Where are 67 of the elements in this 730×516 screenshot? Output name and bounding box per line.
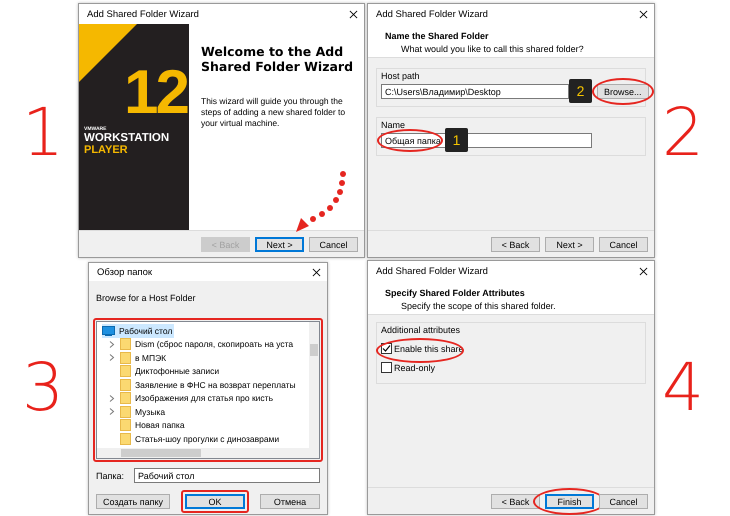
page-heading: Specify Shared Folder Attributes (385, 288, 526, 298)
folder-icon (120, 338, 131, 350)
tree-item[interactable]: Музыка (102, 405, 168, 418)
step-number: 2 (662, 100, 704, 166)
logo-edition: PLAYER (84, 144, 128, 156)
input-field[interactable]: C:\Users\Владимир\Desktop (381, 84, 569, 99)
close-icon[interactable] (639, 266, 648, 276)
dialog-button[interactable]: < Back (491, 494, 540, 509)
tree-item[interactable]: Статья-шоу прогулки с динозаврами (102, 432, 282, 446)
checkbox-label[interactable]: Read-only (394, 362, 436, 372)
window-title: Add Shared Folder Wizard (376, 8, 488, 20)
dialog-button[interactable]: Next > (545, 237, 594, 252)
scrollbar[interactable] (97, 448, 309, 458)
folder-icon (120, 419, 131, 432)
close-icon[interactable] (312, 268, 321, 276)
window-title: Add Shared Folder Wizard (87, 8, 199, 20)
step-number: 4 (662, 355, 704, 421)
dialog-button[interactable]: Cancel (599, 494, 648, 509)
tree-item[interactable]: Dism (сброс пароля, скопироать на уста (102, 338, 296, 351)
step-callout-tooltip: 1 (445, 128, 468, 152)
folder-icon (120, 365, 131, 378)
page-subheading: What would you like to call this shared folder? (400, 44, 585, 54)
dotted-arrow (296, 171, 346, 232)
monitor-icon (102, 326, 115, 336)
checkbox[interactable] (381, 343, 392, 354)
folder-icon (120, 352, 131, 364)
field-label: Host path (381, 71, 421, 81)
window-title: Обзор папок (97, 266, 152, 278)
field-label: Папка: (96, 470, 124, 480)
field-label: Name (381, 120, 406, 130)
tree-item[interactable]: Заявление в ФНС на возврат переплаты (102, 378, 298, 392)
dialog-button[interactable]: OK (185, 494, 245, 509)
close-icon[interactable] (639, 10, 648, 18)
group-label: Additional attributes (381, 325, 462, 335)
tree-item[interactable]: Рабочий стол (102, 324, 174, 338)
logo-version: 12 (124, 62, 188, 124)
input-field[interactable]: Рабочий стол (134, 468, 320, 483)
scrollbar[interactable] (309, 322, 319, 458)
browse-button[interactable]: Browse... (597, 84, 649, 99)
dialog-button[interactable]: Next > (255, 237, 304, 252)
tree-item[interactable]: Новая папка (102, 418, 187, 432)
close-icon[interactable] (349, 10, 358, 18)
tree-item[interactable]: Диктофонные записи (102, 364, 222, 378)
window-title: Add Shared Folder Wizard (376, 266, 488, 276)
dialog-prompt: Browse for a Host Folder (96, 293, 197, 303)
checkbox[interactable] (381, 362, 392, 373)
dialog-button[interactable]: Finish (545, 494, 594, 509)
dialog-button[interactable]: Cancel (599, 237, 648, 252)
page-heading: Name the Shared Folder (385, 31, 490, 41)
step-number: 1 (22, 100, 64, 166)
dialog-button[interactable]: Отмена (260, 494, 320, 509)
folder-icon (120, 432, 131, 445)
folder-icon (120, 392, 131, 404)
dialog-button[interactable]: < Back (491, 237, 540, 252)
welcome-text: This wizard will guide you through the steps of adding a new shared folder to your virtual machine. (201, 96, 346, 130)
tree-item[interactable]: в МПЭК (102, 351, 168, 364)
welcome-heading: Welcome to the Add Shared Folder Wizard (201, 44, 354, 74)
folder-icon (120, 378, 131, 391)
page-subheading: Specify the scope of this shared folder. (400, 301, 557, 311)
dialog-button[interactable]: Создать папку (96, 494, 170, 509)
step-number: 3 (22, 355, 64, 421)
logo-product: WORKSTATION (84, 132, 170, 144)
step-badge: 2 (569, 79, 592, 103)
folder-icon (120, 406, 131, 418)
dialog-button[interactable]: Cancel (309, 237, 358, 252)
tree-item[interactable]: Изображения для статья про кисть (102, 392, 275, 405)
folder-tree[interactable]: Рабочий стол Dism (сброс пароля, скопироать на уста в МПЭК Диктофонные записи Заявление в ФНС на возврат переплаты Изображения для статья про кисть Музыка Новая папка Статья-шоу прогулки с динозаврами (96, 321, 320, 459)
